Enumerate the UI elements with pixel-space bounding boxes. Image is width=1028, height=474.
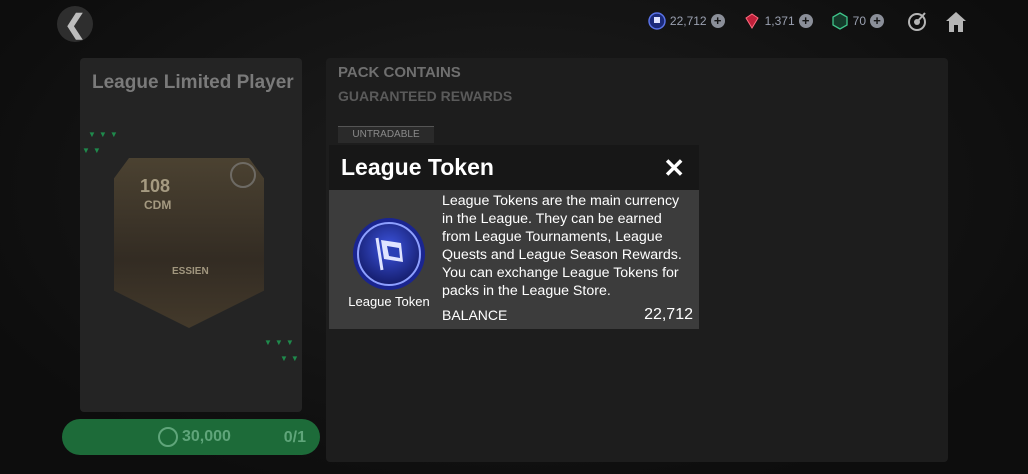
- home-icon[interactable]: [944, 10, 968, 34]
- league-token-icon: [648, 12, 666, 30]
- add-gems-button[interactable]: +: [798, 14, 813, 28]
- buy-pack-button[interactable]: 30,000 0/1: [62, 419, 320, 455]
- player-pack-panel: League Limited Player ▼▼▼ ▼▼ ▼▼▼ ▼▼ 108 …: [80, 58, 302, 412]
- points-balance[interactable]: 70 +: [831, 12, 884, 30]
- player-position: CDM: [144, 198, 172, 212]
- back-button[interactable]: ❮: [57, 6, 93, 42]
- untradable-badge-icon: [230, 162, 256, 188]
- modal-header: League Token ✕: [329, 145, 699, 190]
- modal-title: League Token: [341, 154, 494, 180]
- add-points-button[interactable]: +: [870, 14, 884, 28]
- currency-bar: 22,712 + 1,371 + 70 +: [638, 10, 928, 32]
- pack-price: 30,000: [182, 428, 231, 445]
- league-token-modal: League Token ✕ League Token League Token…: [329, 145, 699, 329]
- untradable-tag: UNTRADABLE: [338, 126, 434, 143]
- player-name: ESSIEN: [172, 266, 209, 277]
- player-rating: 108: [140, 176, 171, 196]
- balance-label: BALANCE: [442, 307, 508, 323]
- league-token-icon: [158, 427, 178, 447]
- points-icon: [831, 12, 848, 30]
- chevron-left-icon: ❮: [64, 8, 86, 39]
- league-token-balance[interactable]: 22,712 +: [648, 12, 725, 30]
- decor-triangles: ▼▼▼: [264, 338, 297, 347]
- decor-triangles: ▼▼: [82, 146, 104, 155]
- close-button[interactable]: ✕: [663, 153, 685, 184]
- target-icon[interactable]: [906, 10, 928, 32]
- pack-purchase-count: 0/1: [283, 429, 306, 446]
- pack-contains-heading: PACK CONTAINS: [338, 64, 461, 81]
- modal-body: League Token League Tokens are the main …: [329, 190, 699, 329]
- gem-icon: [744, 13, 759, 29]
- guaranteed-rewards-heading: GUARANTEED REWARDS: [338, 88, 513, 104]
- gems-balance[interactable]: 1,371 +: [743, 12, 813, 30]
- pack-title: League Limited Player: [92, 72, 294, 93]
- decor-triangles: ▼▼: [280, 354, 302, 363]
- token-icon-label: League Token: [348, 294, 430, 309]
- league-token-amount: 22,712: [669, 14, 707, 28]
- token-description: League Tokens are the main currency in t…: [442, 193, 682, 299]
- balance-value: 22,712: [644, 306, 693, 323]
- gems-amount: 1,371: [764, 14, 795, 28]
- close-icon: ✕: [663, 153, 685, 183]
- league-token-icon: [353, 218, 425, 290]
- add-league-tokens-button[interactable]: +: [710, 14, 725, 28]
- points-amount: 70: [852, 14, 866, 28]
- decor-triangles: ▼▼▼: [88, 130, 121, 139]
